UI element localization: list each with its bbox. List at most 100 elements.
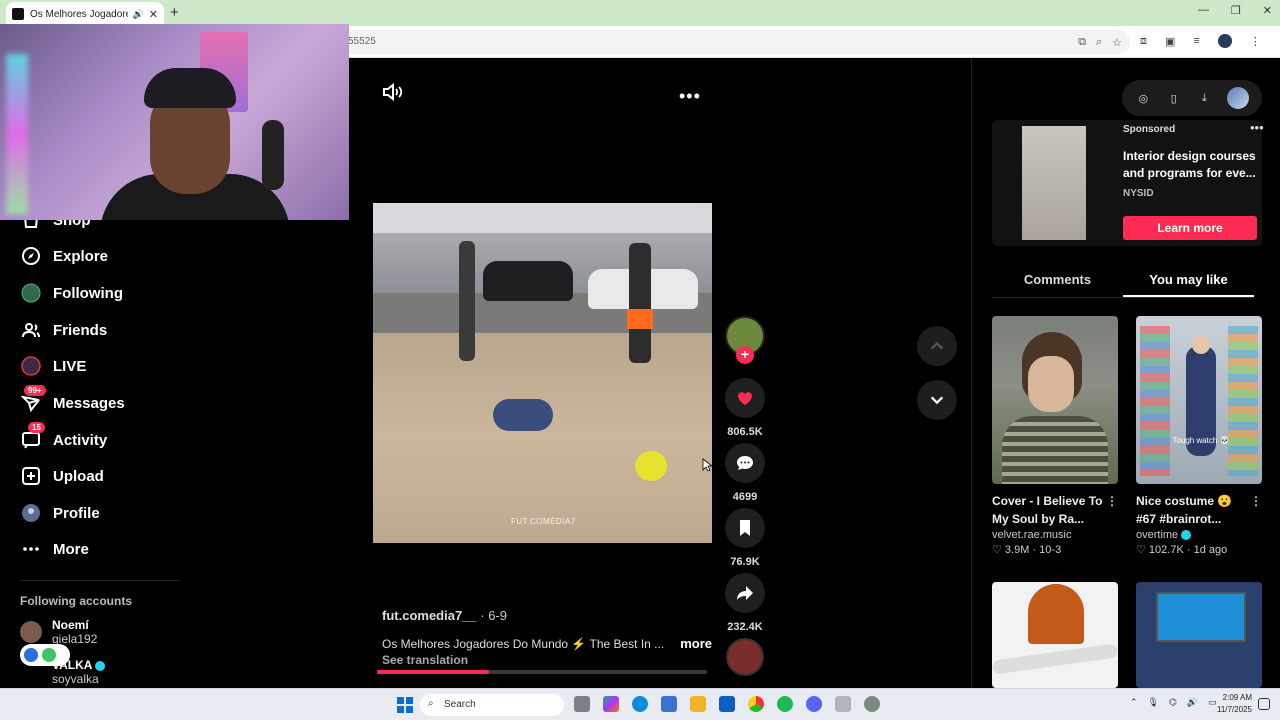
like-count: 3.9M — [1004, 544, 1030, 556]
following-account[interactable]: Noemí giela192 — [20, 618, 97, 646]
screen: Os Melhores Jogadores Do Mundo 🔊 ✕ + — ❐… — [0, 0, 1280, 720]
like-count: 102.7K — [1148, 544, 1184, 556]
zoom-icon[interactable]: ⌕ — [1096, 36, 1102, 49]
url-input[interactable]: 55525 ⧉ ⌕ ☆ — [340, 30, 1130, 54]
microphone-icon[interactable]: 🎙 — [1148, 697, 1159, 708]
browser-profile-avatar[interactable] — [1217, 34, 1232, 48]
download-icon[interactable]: ⤓ — [1196, 90, 1212, 106]
kebab-menu-icon[interactable]: ⋮ — [1106, 492, 1118, 510]
sidebar-item-activity[interactable]: 15 Activity — [20, 422, 108, 452]
comment-count: 4699 — [732, 491, 758, 503]
video-title: Nice costume 😮 #67 #brainrot... — [1136, 494, 1233, 526]
verified-icon — [95, 660, 106, 671]
spotify-icon[interactable] — [777, 696, 793, 712]
save-action[interactable]: 76.9K — [725, 508, 765, 568]
share-icon — [737, 586, 753, 600]
video-options-icon[interactable]: ••• — [679, 86, 701, 107]
account-handle: soyvalka — [52, 672, 99, 686]
sidebar-item-label: Activity — [53, 431, 108, 449]
taskbar-search[interactable]: ⌕ Search — [420, 694, 564, 716]
kebab-menu-icon[interactable]: ⋮ — [1250, 492, 1262, 510]
next-video-button[interactable] — [917, 380, 957, 420]
recommended-video[interactable] — [1136, 582, 1262, 688]
sidebar-item-messages[interactable]: 99+ Messages — [20, 385, 125, 415]
learn-more-button[interactable]: Learn more — [1123, 216, 1257, 240]
more-caption-link[interactable]: more — [680, 636, 712, 651]
speaker-icon[interactable]: 🔊 — [133, 9, 144, 20]
tab-you-may-like[interactable]: You may like — [1123, 266, 1254, 297]
discord-icon[interactable] — [806, 696, 822, 712]
comment-action[interactable]: 4699 — [725, 443, 765, 503]
account-name: Noemí — [52, 618, 89, 632]
webcam-overlay — [0, 24, 349, 220]
like-count: 806.5K — [727, 426, 763, 438]
phone-icon[interactable]: ▯ — [1166, 90, 1182, 106]
video-player-falling — [493, 399, 553, 431]
sidebar-item-label: Profile — [53, 504, 100, 522]
app-icon[interactable] — [864, 696, 880, 712]
ad-thumbnail — [1022, 126, 1086, 240]
playlist-icon[interactable]: ≡ — [1193, 35, 1199, 47]
video-progress-bar[interactable] — [377, 670, 707, 674]
recommended-video[interactable] — [992, 582, 1118, 688]
right-panel: ◎ ▯ ⤓ Sponsored ••• Interior design cour… — [971, 58, 1280, 688]
browser-menu-icon[interactable]: ⋮ — [1250, 35, 1261, 48]
new-tab-icon[interactable]: + — [170, 4, 179, 21]
recommended-video[interactable]: Tough watch 💀 Nice costume 😮 #67 #brainr… — [1136, 316, 1262, 556]
outlook-icon[interactable] — [719, 696, 735, 712]
extensions-icon[interactable]: ⧈ — [1140, 35, 1147, 48]
sponsored-ad[interactable]: Sponsored ••• Interior design courses an… — [992, 120, 1264, 246]
maximize-icon[interactable]: ❐ — [1231, 4, 1241, 17]
volume-icon[interactable] — [382, 82, 404, 102]
chrome-icon[interactable] — [748, 696, 764, 712]
previous-video-button[interactable] — [917, 326, 957, 366]
notification-icon[interactable] — [1258, 698, 1270, 710]
chevron-up-icon[interactable]: ⌃ — [1130, 697, 1138, 708]
volume-icon[interactable]: 🔊 — [1187, 697, 1198, 708]
network-icon[interactable]: ⌬ — [1169, 697, 1177, 708]
streamer-cap — [144, 68, 236, 108]
music-disc-avatar[interactable] — [726, 638, 764, 676]
sidebar-item-friends[interactable]: Friends — [20, 318, 107, 342]
window-controls: — ❐ ✕ — [1198, 4, 1272, 17]
system-tray: ⌃ 🎙 ⌬ 🔊 ▭ — [1130, 697, 1217, 708]
like-action[interactable]: 806.5K — [725, 378, 765, 438]
sidebar-item-following[interactable]: Following — [20, 281, 123, 305]
video-author[interactable]: fut.comedia7__ — [382, 608, 477, 623]
minimize-icon[interactable]: — — [1198, 4, 1209, 17]
sponsored-label: Sponsored — [1123, 124, 1176, 135]
store-icon[interactable] — [661, 696, 677, 712]
windows-start-icon[interactable] — [397, 697, 413, 713]
bookmark-star-icon[interactable]: ☆ — [1112, 36, 1122, 49]
url-text: 55525 — [348, 36, 376, 47]
share-action[interactable]: 232.4K — [725, 573, 765, 633]
media-control-icon[interactable]: ▣ — [1165, 35, 1175, 48]
xbox-icon[interactable] — [835, 696, 851, 712]
windows-taskbar: ⌕ Search ⌃ 🎙 ⌬ 🔊 ▭ 2:09 AM 11/7/2025 — [0, 688, 1280, 720]
browser-tab[interactable]: Os Melhores Jogadores Do Mundo 🔊 ✕ — [6, 2, 164, 26]
task-view-icon[interactable] — [574, 696, 590, 712]
file-explorer-icon[interactable] — [690, 696, 706, 712]
tab-comments[interactable]: Comments — [992, 266, 1123, 297]
copilot-icon[interactable] — [603, 696, 619, 712]
install-app-icon[interactable]: ⧉ — [1078, 36, 1086, 49]
user-avatar[interactable] — [1226, 87, 1249, 109]
sidebar-item-upload[interactable]: Upload — [20, 464, 104, 488]
taskbar-apps — [574, 696, 880, 712]
edge-icon[interactable] — [632, 696, 648, 712]
taskbar-clock[interactable]: 2:09 AM 11/7/2025 — [1206, 692, 1252, 716]
compass-icon[interactable]: ◎ — [1135, 90, 1151, 106]
see-translation-link[interactable]: See translation — [382, 653, 712, 667]
recommended-video[interactable]: Cover - I Believe To My Soul by Ra... ⋮ v… — [992, 316, 1118, 556]
follow-plus-button[interactable]: + — [736, 346, 754, 364]
close-window-icon[interactable]: ✕ — [1263, 4, 1272, 17]
video-player[interactable]: FUT.COMÉDIA7 — [373, 203, 712, 543]
close-tab-icon[interactable]: ✕ — [149, 8, 158, 21]
top-actions: ◎ ▯ ⤓ — [1122, 80, 1262, 116]
ad-options-icon[interactable]: ••• — [1250, 120, 1264, 135]
sidebar-item-live[interactable]: LIVE — [20, 354, 86, 378]
video-title: Cover - I Believe To My Soul by Ra... — [992, 494, 1103, 526]
sidebar-item-more[interactable]: More — [20, 537, 89, 561]
sidebar-item-profile[interactable]: Profile — [20, 501, 100, 525]
sidebar-item-explore[interactable]: Explore — [20, 244, 108, 268]
